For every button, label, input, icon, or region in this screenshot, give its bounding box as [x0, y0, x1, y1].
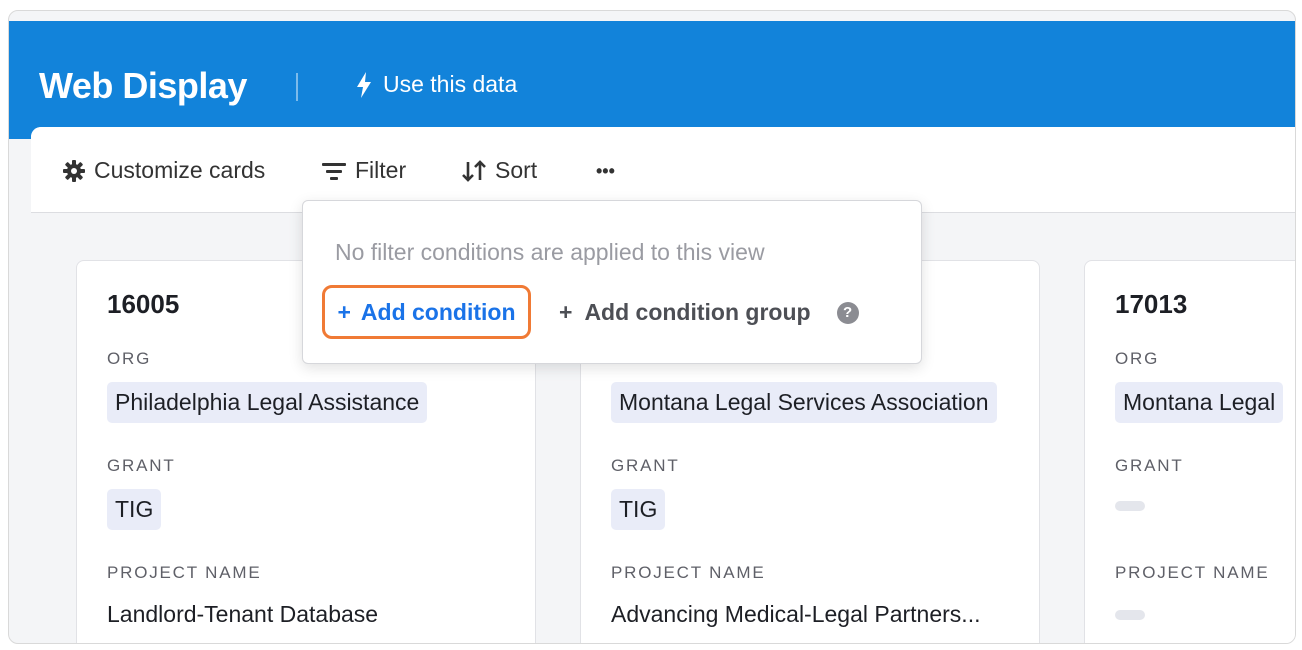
card-title: 16005 [107, 289, 180, 319]
grant-empty-placeholder [1115, 501, 1145, 511]
project-name-field-label: PROJECT NAME [107, 563, 262, 582]
grant-value: TIG [107, 489, 162, 530]
more-options-button[interactable]: ••• [596, 161, 615, 182]
help-icon[interactable]: ? [836, 301, 859, 324]
app-window: Web Display Use this data Customize card… [8, 10, 1296, 644]
sort-label: Sort [495, 157, 538, 183]
sort-button[interactable]: Sort [461, 157, 537, 184]
record-card[interactable]: 17013 ORG Montana Legal GRANT PROJECT NA… [1084, 260, 1295, 643]
grant-field-label: GRANT [1115, 456, 1184, 475]
org-field-label: ORG [1115, 349, 1160, 368]
project-name-empty-placeholder [1115, 610, 1145, 620]
app-header: Web Display Use this data [9, 21, 1295, 139]
plus-icon: + [559, 299, 573, 325]
use-this-data-label: Use this data [383, 71, 518, 97]
project-name-field-label: PROJECT NAME [1115, 563, 1270, 582]
more-icon: ••• [596, 161, 615, 181]
filter-label: Filter [355, 157, 407, 183]
project-name-value: Landlord-Tenant Database [107, 601, 379, 627]
grant-field-label: GRANT [611, 456, 680, 475]
add-condition-group-label: Add condition group [584, 299, 811, 325]
add-condition-group-button[interactable]: + Add condition group ? [559, 299, 859, 326]
org-value: Montana Legal [1115, 382, 1284, 423]
grant-value: TIG [611, 489, 666, 530]
filter-dropdown: No filter conditions are applied to this… [302, 200, 922, 364]
sort-icon [462, 159, 486, 182]
org-field-label: ORG [107, 349, 152, 368]
add-condition-label: Add condition [360, 298, 516, 325]
add-condition-button[interactable]: + Add condition [322, 285, 531, 339]
project-name-value: Advancing Medical-Legal Partners... [611, 601, 981, 627]
header-divider [296, 73, 298, 101]
org-value: Montana Legal Services Association [611, 382, 997, 423]
use-this-data-button[interactable]: Use this data [355, 71, 517, 98]
filter-icon [322, 162, 346, 180]
gear-icon [63, 159, 85, 182]
plus-icon: + [337, 298, 351, 325]
app-title: Web Display [39, 65, 247, 106]
no-filter-message: No filter conditions are applied to this… [335, 239, 765, 265]
lightning-icon [357, 71, 371, 98]
card-title: 17013 [1115, 289, 1188, 319]
project-name-field-label: PROJECT NAME [611, 563, 766, 582]
customize-cards-label: Customize cards [94, 157, 266, 183]
org-value: Philadelphia Legal Assistance [107, 382, 428, 423]
customize-cards-button[interactable]: Customize cards [62, 157, 265, 184]
filter-button[interactable]: Filter [321, 157, 406, 184]
grant-field-label: GRANT [107, 456, 176, 475]
